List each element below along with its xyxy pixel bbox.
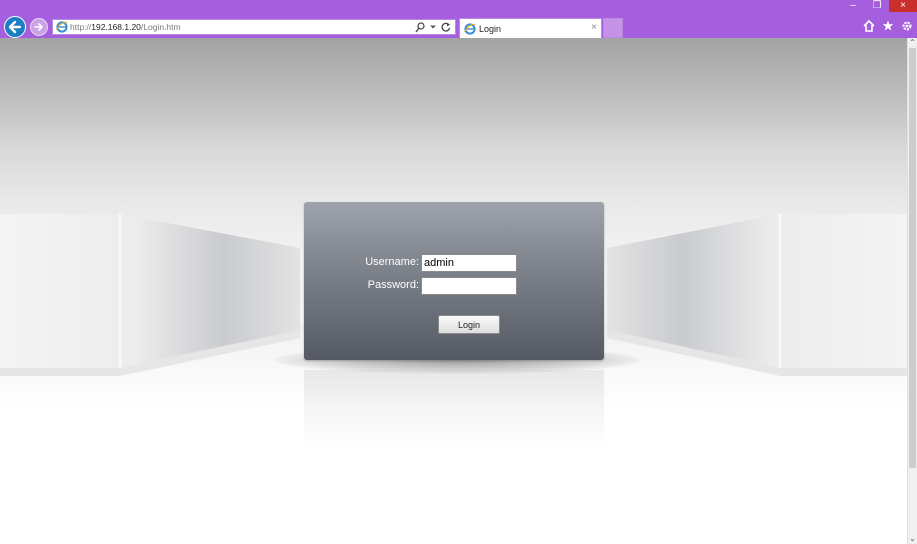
favorites-star-icon: [882, 20, 894, 31]
back-icon: [8, 20, 22, 34]
vertical-scrollbar[interactable]: ⌃ ⌄: [907, 38, 917, 544]
ie-icon: [56, 21, 68, 33]
new-tab-button[interactable]: [603, 18, 623, 38]
home-button[interactable]: [863, 19, 875, 33]
browser-toolbar-right: [863, 19, 913, 33]
scrollbar-thumb[interactable]: [909, 48, 916, 468]
forward-icon: [34, 23, 43, 31]
settings-gear-icon: [902, 21, 912, 31]
back-button[interactable]: [4, 16, 26, 38]
url-path: /Login.htm: [140, 22, 181, 32]
username-input[interactable]: [421, 254, 517, 272]
login-button[interactable]: Login: [438, 315, 500, 334]
forward-button[interactable]: [30, 18, 48, 36]
refresh-icon[interactable]: [441, 22, 451, 32]
tab-close-button[interactable]: ×: [591, 22, 597, 34]
tools-button[interactable]: [901, 19, 913, 33]
login-panel: Username: Password: Login: [304, 202, 604, 360]
window-controls: – ❐ ×: [841, 0, 917, 12]
address-bar-tools: [415, 20, 451, 34]
dropdown-caret-icon[interactable]: [430, 24, 436, 30]
password-input[interactable]: [421, 277, 517, 295]
password-label: Password:: [367, 279, 419, 291]
scroll-down-arrow-icon[interactable]: ⌄: [908, 534, 917, 544]
search-icon[interactable]: [415, 21, 425, 33]
tab-title: Login: [479, 24, 502, 34]
username-row: Username:: [304, 254, 604, 272]
address-bar[interactable]: http://192.168.1.20/Login.htm: [52, 19, 456, 35]
page-viewport: Username: Password: Login: [0, 38, 907, 544]
ie-icon: [464, 23, 476, 35]
password-row: Password:: [304, 277, 604, 295]
url-host: 192.168.1.20: [91, 22, 141, 32]
url-prefix: http://: [70, 22, 92, 32]
tab-login[interactable]: Login ×: [459, 18, 602, 38]
url-text[interactable]: http://192.168.1.20/Login.htm: [70, 21, 181, 34]
browser-chrome: – ❐ × http://192.168.1.20/Login.htm Logi…: [0, 0, 917, 38]
scroll-up-arrow-icon[interactable]: ⌃: [908, 38, 917, 48]
favorites-button[interactable]: [882, 19, 894, 33]
restore-button[interactable]: ❐: [865, 0, 889, 12]
home-icon: [863, 19, 875, 32]
login-panel-reflection: [304, 370, 604, 450]
username-label: Username:: [365, 256, 419, 268]
close-window-button[interactable]: ×: [889, 0, 917, 12]
minimize-button[interactable]: –: [841, 0, 865, 12]
